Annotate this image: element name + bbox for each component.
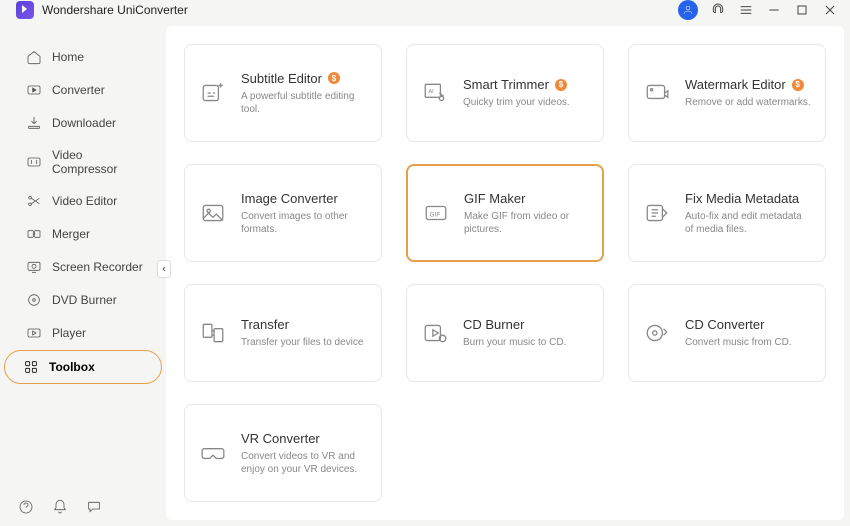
sidebar-collapse-toggle[interactable] bbox=[157, 260, 171, 278]
image-icon bbox=[199, 199, 227, 227]
scissors-icon bbox=[26, 193, 42, 209]
tool-title: Watermark Editor bbox=[685, 77, 786, 92]
tool-title: Subtitle Editor bbox=[241, 71, 322, 86]
tool-desc: Transfer your files to device bbox=[241, 336, 363, 349]
sidebar-item-label: Home bbox=[52, 50, 84, 64]
sidebar-item-downloader[interactable]: Downloader bbox=[8, 107, 158, 139]
tool-vr-converter[interactable]: VR Converter Convert videos to VR and en… bbox=[184, 404, 382, 502]
premium-badge-icon bbox=[328, 72, 340, 84]
tool-subtitle-editor[interactable]: Subtitle Editor A powerful subtitle edit… bbox=[184, 44, 382, 142]
sidebar-item-video-editor[interactable]: Video Editor bbox=[8, 185, 158, 217]
tool-title: Image Converter bbox=[241, 191, 338, 206]
tool-transfer[interactable]: Transfer Transfer your files to device bbox=[184, 284, 382, 382]
header-left: Wondershare UniConverter bbox=[16, 1, 188, 19]
metadata-icon bbox=[643, 199, 671, 227]
sidebar-item-label: Merger bbox=[52, 227, 90, 241]
sidebar-item-label: DVD Burner bbox=[52, 293, 117, 307]
tool-title: CD Converter bbox=[685, 317, 764, 332]
download-icon bbox=[26, 115, 42, 131]
support-icon[interactable] bbox=[710, 2, 726, 18]
nav-list: Home Converter Downloader Video Compress… bbox=[0, 40, 166, 488]
menu-icon[interactable] bbox=[738, 2, 754, 18]
tool-desc: Burn your music to CD. bbox=[463, 336, 566, 349]
sidebar: Home Converter Downloader Video Compress… bbox=[0, 20, 166, 526]
help-icon[interactable] bbox=[18, 499, 34, 515]
tool-title: Fix Media Metadata bbox=[685, 191, 799, 206]
merger-icon bbox=[26, 226, 42, 242]
sidebar-item-video-compressor[interactable]: Video Compressor bbox=[8, 140, 158, 184]
premium-badge-icon bbox=[792, 79, 804, 91]
sidebar-item-label: Screen Recorder bbox=[52, 260, 143, 274]
tool-title: Smart Trimmer bbox=[463, 77, 549, 92]
gif-icon: GIF bbox=[422, 199, 450, 227]
sidebar-item-label: Converter bbox=[52, 83, 105, 97]
tool-desc: Convert music from CD. bbox=[685, 336, 792, 349]
toolbox-icon bbox=[23, 359, 39, 375]
app-title: Wondershare UniConverter bbox=[42, 3, 188, 17]
tool-desc: Remove or add watermarks. bbox=[685, 96, 811, 109]
sidebar-item-home[interactable]: Home bbox=[8, 41, 158, 73]
tool-cd-converter[interactable]: CD Converter Convert music from CD. bbox=[628, 284, 826, 382]
sidebar-item-merger[interactable]: Merger bbox=[8, 218, 158, 250]
tool-gif-maker[interactable]: GIF GIF Maker Make GIF from video or pic… bbox=[406, 164, 604, 262]
recorder-icon bbox=[26, 259, 42, 275]
sidebar-item-label: Player bbox=[52, 326, 86, 340]
sidebar-item-converter[interactable]: Converter bbox=[8, 74, 158, 106]
tool-title: VR Converter bbox=[241, 431, 320, 446]
feedback-icon[interactable] bbox=[86, 499, 102, 515]
sidebar-item-screen-recorder[interactable]: Screen Recorder bbox=[8, 251, 158, 283]
svg-text:GIF: GIF bbox=[430, 211, 441, 218]
tool-smart-trimmer[interactable]: AI Smart Trimmer Quicky trim your videos… bbox=[406, 44, 604, 142]
tool-desc: Make GIF from video or pictures. bbox=[464, 210, 588, 236]
compressor-icon bbox=[26, 154, 42, 170]
watermark-icon bbox=[643, 79, 671, 107]
sidebar-item-label: Downloader bbox=[52, 116, 116, 130]
tool-desc: Auto-fix and edit metadata of media file… bbox=[685, 210, 811, 236]
sidebar-item-label: Toolbox bbox=[49, 360, 95, 374]
sidebar-item-label: Video Editor bbox=[52, 194, 117, 208]
tool-title: GIF Maker bbox=[464, 191, 525, 206]
sidebar-item-label: Video Compressor bbox=[52, 148, 148, 176]
tool-grid: Subtitle Editor A powerful subtitle edit… bbox=[184, 44, 826, 502]
title-bar: Wondershare UniConverter bbox=[0, 0, 850, 20]
sidebar-item-player[interactable]: Player bbox=[8, 317, 158, 349]
cd-burner-icon bbox=[421, 319, 449, 347]
header-right bbox=[678, 0, 838, 20]
bell-icon[interactable] bbox=[52, 499, 68, 515]
svg-text:AI: AI bbox=[429, 89, 434, 95]
tool-image-converter[interactable]: Image Converter Convert images to other … bbox=[184, 164, 382, 262]
tool-title: CD Burner bbox=[463, 317, 524, 332]
tool-title: Transfer bbox=[241, 317, 289, 332]
converter-icon bbox=[26, 82, 42, 98]
app-logo-icon bbox=[16, 1, 34, 19]
close-icon[interactable] bbox=[822, 2, 838, 18]
cd-converter-icon bbox=[643, 319, 671, 347]
player-icon bbox=[26, 325, 42, 341]
tool-watermark-editor[interactable]: Watermark Editor Remove or add watermark… bbox=[628, 44, 826, 142]
tool-desc: A powerful subtitle editing tool. bbox=[241, 90, 367, 116]
account-icon[interactable] bbox=[678, 0, 698, 20]
sidebar-item-dvd-burner[interactable]: DVD Burner bbox=[8, 284, 158, 316]
minimize-icon[interactable] bbox=[766, 2, 782, 18]
maximize-icon[interactable] bbox=[794, 2, 810, 18]
tool-desc: Convert videos to VR and enjoy on your V… bbox=[241, 450, 367, 476]
subtitle-icon bbox=[199, 79, 227, 107]
sidebar-bottom-bar bbox=[0, 488, 166, 526]
tool-fix-metadata[interactable]: Fix Media Metadata Auto-fix and edit met… bbox=[628, 164, 826, 262]
sidebar-item-toolbox[interactable]: Toolbox bbox=[4, 350, 162, 384]
home-icon bbox=[26, 49, 42, 65]
trimmer-icon: AI bbox=[421, 79, 449, 107]
main-content: Subtitle Editor A powerful subtitle edit… bbox=[166, 26, 844, 520]
tool-desc: Quicky trim your videos. bbox=[463, 96, 570, 109]
disc-icon bbox=[26, 292, 42, 308]
tool-desc: Convert images to other formats. bbox=[241, 210, 367, 236]
transfer-icon bbox=[199, 319, 227, 347]
vr-icon bbox=[199, 439, 227, 467]
premium-badge-icon bbox=[555, 79, 567, 91]
tool-cd-burner[interactable]: CD Burner Burn your music to CD. bbox=[406, 284, 604, 382]
